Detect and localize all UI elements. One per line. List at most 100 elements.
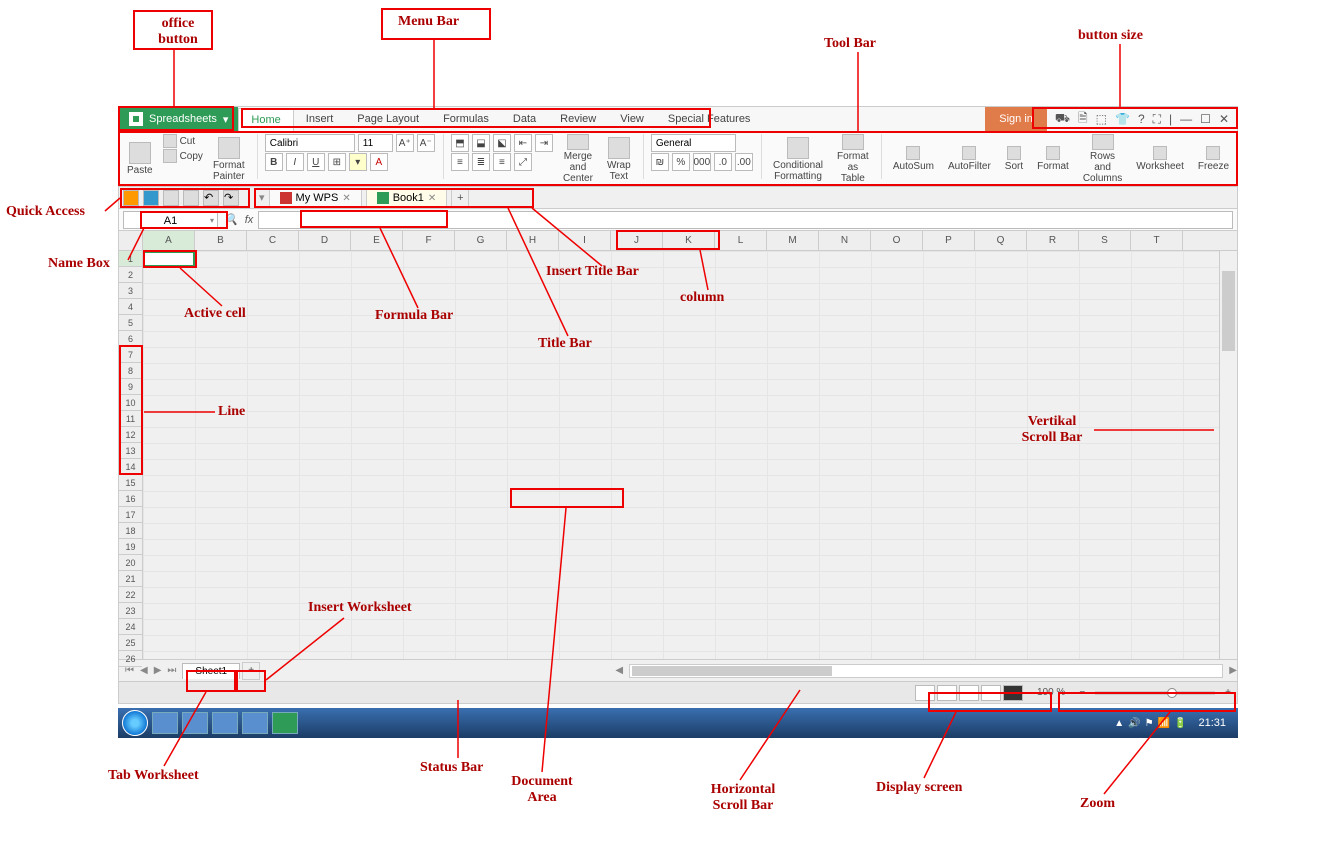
wps-task-icon[interactable] xyxy=(272,712,298,734)
close-button[interactable]: ✕ xyxy=(1219,112,1229,126)
save-icon[interactable] xyxy=(143,190,159,206)
volume-icon[interactable]: 🔊 xyxy=(1128,718,1140,729)
hscroll-right-icon[interactable]: ▶ xyxy=(1229,665,1237,676)
underline-button[interactable]: U xyxy=(307,153,325,171)
screenshot-icon[interactable]: ⬚ xyxy=(1096,112,1107,126)
row-header-16[interactable]: 16 xyxy=(119,491,142,507)
row-header-10[interactable]: 10 xyxy=(119,395,142,411)
italic-button[interactable]: I xyxy=(286,153,304,171)
col-header-F[interactable]: F xyxy=(403,231,455,250)
row-header-4[interactable]: 4 xyxy=(119,299,142,315)
row-header-2[interactable]: 2 xyxy=(119,267,142,283)
doc-tab-mywps[interactable]: My WPS ✕ xyxy=(269,188,362,208)
col-header-Q[interactable]: Q xyxy=(975,231,1027,250)
select-all-corner[interactable] xyxy=(119,231,143,250)
tab-insert[interactable]: Insert xyxy=(294,107,346,131)
align-bot-button[interactable]: ⬕ xyxy=(493,134,511,152)
freeze-button[interactable]: Freeze xyxy=(1194,134,1233,184)
app-icon-2[interactable] xyxy=(242,712,268,734)
col-header-T[interactable]: T xyxy=(1131,231,1183,250)
col-header-A[interactable]: A xyxy=(143,231,195,250)
row-header-23[interactable]: 23 xyxy=(119,603,142,619)
cond-fmt-button[interactable]: Conditional Formatting xyxy=(769,134,827,184)
zoom-in-icon[interactable]: + xyxy=(1225,687,1231,698)
col-header-G[interactable]: G xyxy=(455,231,507,250)
col-header-J[interactable]: J xyxy=(611,231,663,250)
copy-button[interactable]: Copy xyxy=(163,149,203,163)
rowscols-button[interactable]: Rows and Columns xyxy=(1079,134,1126,184)
normal-view-button[interactable] xyxy=(915,685,935,701)
zoom-slider[interactable] xyxy=(1095,691,1215,695)
row-header-11[interactable]: 11 xyxy=(119,411,142,427)
active-cell[interactable] xyxy=(143,251,195,267)
minimize-button[interactable]: — xyxy=(1180,112,1192,126)
reading-view-button[interactable] xyxy=(981,685,1001,701)
preview-icon[interactable] xyxy=(183,190,199,206)
app-icon-1[interactable] xyxy=(212,712,238,734)
tab-page-layout[interactable]: Page Layout xyxy=(345,107,431,131)
col-header-E[interactable]: E xyxy=(351,231,403,250)
font-size[interactable] xyxy=(358,134,393,152)
paste-label[interactable]: Paste xyxy=(127,165,153,176)
fmt-table-button[interactable]: Format as Table xyxy=(833,134,873,184)
hscroll-thumb[interactable] xyxy=(632,666,832,676)
row-header-21[interactable]: 21 xyxy=(119,571,142,587)
row-header-3[interactable]: 3 xyxy=(119,283,142,299)
skin-icon[interactable]: 👕 xyxy=(1115,112,1130,126)
formula-input[interactable] xyxy=(258,211,1233,229)
row-header-15[interactable]: 15 xyxy=(119,475,142,491)
paste-icon[interactable] xyxy=(129,142,151,164)
redo-icon[interactable]: ↷ xyxy=(223,190,239,206)
row-header-17[interactable]: 17 xyxy=(119,507,142,523)
tab-review[interactable]: Review xyxy=(548,107,608,131)
percent-button[interactable]: % xyxy=(672,153,690,171)
maximize-button[interactable]: ☐ xyxy=(1200,112,1211,126)
col-header-L[interactable]: L xyxy=(715,231,767,250)
cells-area[interactable] xyxy=(143,251,1219,659)
currency-button[interactable]: ₪ xyxy=(651,153,669,171)
sign-in-button[interactable]: Sign in xyxy=(985,107,1047,131)
autofilter-button[interactable]: AutoFilter xyxy=(944,134,995,184)
row-header-20[interactable]: 20 xyxy=(119,555,142,571)
page-layout-view-button[interactable] xyxy=(959,685,979,701)
row-header-14[interactable]: 14 xyxy=(119,459,142,475)
search-icon[interactable]: 🔍 xyxy=(222,211,240,229)
row-header-12[interactable]: 12 xyxy=(119,427,142,443)
indent-dec-button[interactable]: ⇤ xyxy=(514,134,532,152)
col-header-P[interactable]: P xyxy=(923,231,975,250)
help-icon[interactable]: ? xyxy=(1138,112,1145,126)
tray-up-icon[interactable]: ▲ xyxy=(1114,718,1124,729)
sheet-last-icon[interactable]: ⏭ xyxy=(165,665,178,676)
autosum-button[interactable]: AutoSum xyxy=(889,134,938,184)
row-header-7[interactable]: 7 xyxy=(119,347,142,363)
col-header-C[interactable]: C xyxy=(247,231,299,250)
row-header-1[interactable]: 1 xyxy=(119,251,142,267)
border-button[interactable]: ⊞ xyxy=(328,153,346,171)
col-header-S[interactable]: S xyxy=(1079,231,1131,250)
tab-view[interactable]: View xyxy=(608,107,656,131)
col-header-N[interactable]: N xyxy=(819,231,871,250)
align-right-button[interactable]: ≡ xyxy=(493,153,511,171)
row-header-25[interactable]: 25 xyxy=(119,635,142,651)
col-header-H[interactable]: H xyxy=(507,231,559,250)
format-button[interactable]: Format xyxy=(1033,134,1073,184)
col-header-B[interactable]: B xyxy=(195,231,247,250)
col-header-R[interactable]: R xyxy=(1027,231,1079,250)
col-header-I[interactable]: I xyxy=(559,231,611,250)
insert-worksheet-button[interactable]: + xyxy=(242,662,260,680)
doc-tab-book1[interactable]: Book1 ✕ xyxy=(366,188,448,208)
row-header-13[interactable]: 13 xyxy=(119,443,142,459)
sheet-prev-icon[interactable]: ◀ xyxy=(138,665,150,676)
vscroll-thumb[interactable] xyxy=(1222,271,1235,351)
row-header-5[interactable]: 5 xyxy=(119,315,142,331)
cart-icon[interactable]: ⛟ xyxy=(1055,111,1070,127)
orientation-button[interactable]: ⤢ xyxy=(514,153,532,171)
network-icon[interactable]: 📶 xyxy=(1158,718,1170,729)
add-doc-button[interactable]: + xyxy=(451,189,469,207)
comma-button[interactable]: 000 xyxy=(693,153,711,171)
page-break-view-button[interactable] xyxy=(937,685,957,701)
zoom-value[interactable]: 100 % xyxy=(1037,687,1065,698)
col-header-D[interactable]: D xyxy=(299,231,351,250)
name-box[interactable]: A1 xyxy=(123,211,218,229)
font-select[interactable] xyxy=(265,134,355,152)
